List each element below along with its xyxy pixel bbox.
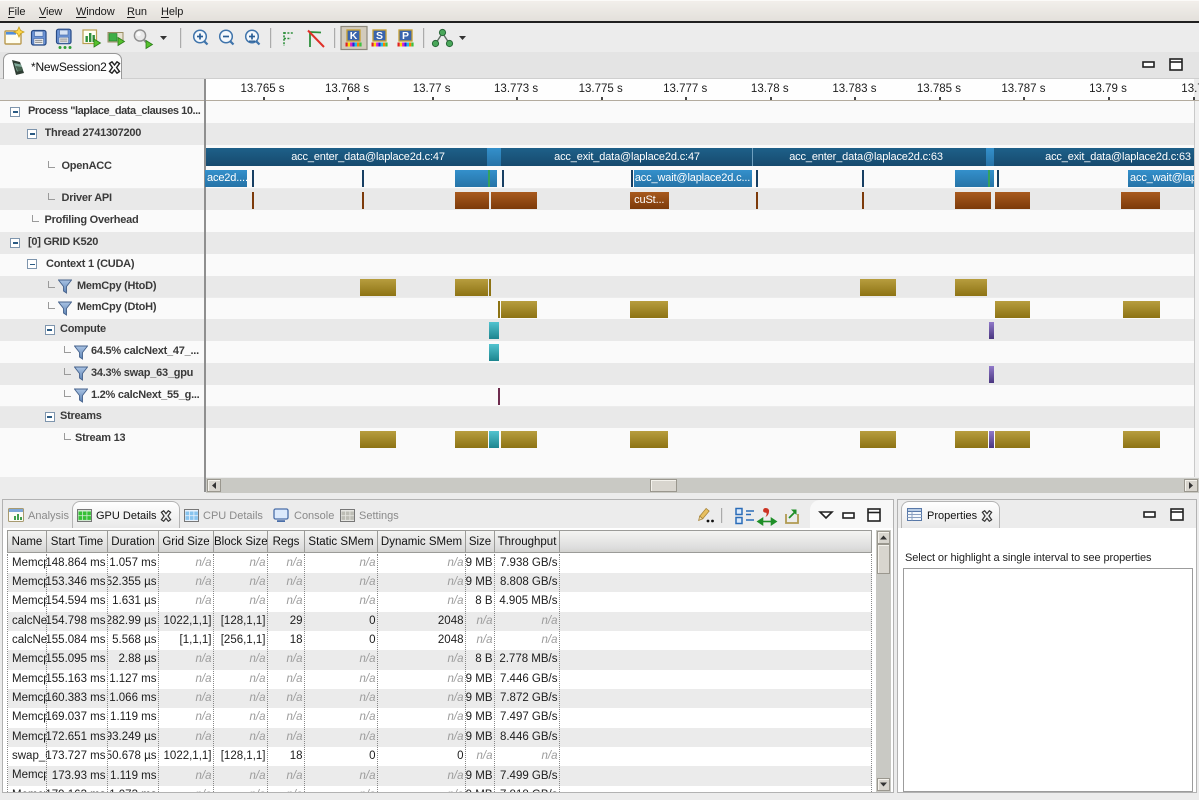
svg-text:K: K (350, 30, 358, 42)
svg-text:P: P (402, 30, 409, 42)
svg-text:S: S (376, 30, 383, 42)
